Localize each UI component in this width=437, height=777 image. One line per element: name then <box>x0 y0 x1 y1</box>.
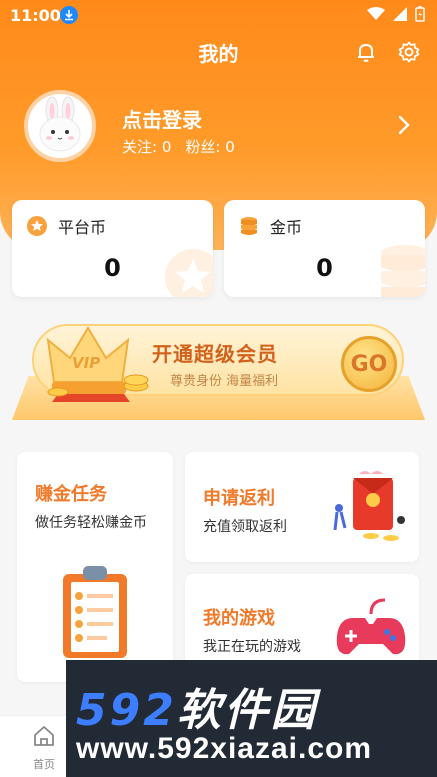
fans-label: 粉丝: <box>185 138 221 156</box>
watermark-url: www.592xiazai.com <box>76 732 373 765</box>
vip-badge-text: VIP <box>72 354 101 372</box>
coin-stack-decoration-icon <box>381 245 425 297</box>
vip-go-button[interactable]: GO <box>341 336 397 392</box>
platform-coin-card[interactable]: 平台币 0 <box>12 200 213 297</box>
gold-coin-label: 金币 <box>270 218 303 237</box>
gold-coin-card[interactable]: 金币 0 <box>224 200 425 297</box>
gear-icon[interactable] <box>397 40 421 64</box>
wifi-icon <box>367 7 385 20</box>
vip-go-label: GO <box>350 351 388 377</box>
fans-stat[interactable]: 粉丝: 0 <box>185 136 234 157</box>
signal-icon <box>393 7 407 21</box>
fans-count: 0 <box>225 138 235 156</box>
watermark-brand-number: 592 <box>76 685 177 736</box>
coin-stack-icon <box>241 217 257 235</box>
battery-icon <box>415 6 425 22</box>
vip-banner[interactable]: VIP 开通超级会员 尊贵身份 海量福利 GO <box>12 320 425 422</box>
top-bar: 我的 <box>0 30 437 74</box>
clipboard-icon <box>63 566 127 658</box>
login-label[interactable]: 点击登录 <box>122 104 202 133</box>
tab-home[interactable]: 首页 <box>22 724 66 772</box>
apply-rebate-subtitle: 充值领取返利 <box>203 519 287 535</box>
status-bar: 11:00 <box>0 0 437 30</box>
chevron-right-icon[interactable] <box>396 114 412 136</box>
follow-label: 关注: <box>122 138 158 156</box>
avatar[interactable] <box>24 90 96 162</box>
profile-section[interactable]: 点击登录 关注: 0 粉丝: 0 <box>22 88 422 170</box>
vip-subtitle: 尊贵身份 海量福利 <box>170 374 279 389</box>
watermark-brand: 592软件园 <box>76 674 318 738</box>
platform-coin-label: 平台币 <box>58 218 107 237</box>
earn-tasks-title: 赚金任务 <box>35 484 107 505</box>
watermark-brand-cn: 软件园 <box>176 685 318 736</box>
follow-stats: 关注: 0 粉丝: 0 <box>122 136 235 157</box>
download-icon <box>60 6 78 24</box>
home-icon <box>34 726 54 746</box>
status-time: 11:00 <box>10 6 61 25</box>
follow-stat[interactable]: 关注: 0 <box>122 136 171 157</box>
bunny-avatar-icon <box>39 96 81 152</box>
bell-icon[interactable] <box>354 40 378 64</box>
my-games-subtitle: 我正在玩的游戏 <box>203 639 301 655</box>
red-envelope-icon <box>333 471 405 541</box>
earn-tasks-card[interactable]: 赚金任务 做任务轻松赚金币 <box>17 452 173 682</box>
apply-rebate-title: 申请返利 <box>203 488 275 509</box>
my-games-title: 我的游戏 <box>203 608 275 629</box>
vip-title: 开通超级会员 <box>152 342 278 366</box>
star-coin-decoration-icon <box>165 249 213 297</box>
apply-rebate-card[interactable]: 申请返利 充值领取返利 <box>185 452 419 562</box>
watermark-overlay: 592软件园 www.592xiazai.com <box>66 660 437 777</box>
star-coin-icon <box>27 216 47 236</box>
earn-tasks-subtitle: 做任务轻松赚金币 <box>35 515 147 531</box>
gamepad-icon <box>336 598 406 655</box>
tab-home-label: 首页 <box>33 758 55 771</box>
follow-count: 0 <box>161 138 172 156</box>
